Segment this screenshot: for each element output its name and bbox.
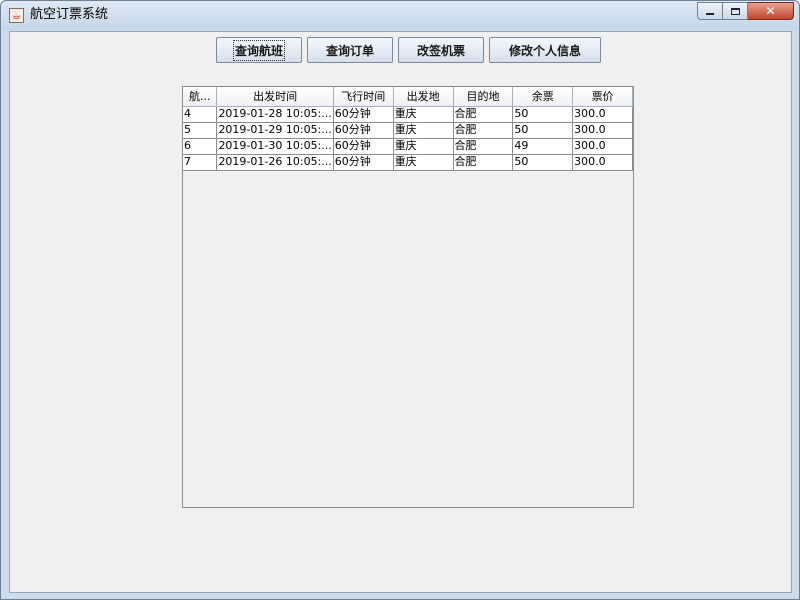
- cell-price[interactable]: 300.0: [572, 122, 633, 139]
- cell-flight-no[interactable]: 5: [183, 122, 218, 139]
- cell-remaining-tickets[interactable]: 50: [512, 122, 574, 139]
- table-row[interactable]: 4 2019-01-28 10:05:... 60分钟 重庆 合肥 50 300…: [183, 106, 633, 123]
- column-header-destination[interactable]: 目的地: [453, 87, 514, 107]
- column-header-price[interactable]: 票价: [572, 87, 633, 107]
- cell-departure-time[interactable]: 2019-01-30 10:05:...: [216, 138, 334, 155]
- maximize-icon: [730, 7, 740, 15]
- column-header-origin[interactable]: 出发地: [393, 87, 454, 107]
- flights-table: 航... 出发时间 飞行时间 出发地 目的地 余票 票价 4 2019-01-2…: [183, 87, 633, 171]
- cell-remaining-tickets[interactable]: 50: [512, 154, 574, 171]
- cell-flight-duration[interactable]: 60分钟: [333, 106, 394, 123]
- cell-destination[interactable]: 合肥: [453, 154, 514, 171]
- edit-profile-button[interactable]: 修改个人信息: [489, 37, 601, 63]
- close-icon: ✕: [765, 4, 776, 18]
- cell-origin[interactable]: 重庆: [393, 122, 454, 139]
- cell-remaining-tickets[interactable]: 50: [512, 106, 574, 123]
- table-header-row: 航... 出发时间 飞行时间 出发地 目的地 余票 票价: [183, 87, 633, 107]
- close-button[interactable]: ✕: [748, 2, 794, 20]
- column-header-flight-no[interactable]: 航...: [183, 87, 218, 107]
- change-ticket-label: 改签机票: [416, 43, 465, 58]
- cell-price[interactable]: 300.0: [572, 138, 633, 155]
- query-flights-label: 查询航班: [232, 39, 286, 61]
- cell-origin[interactable]: 重庆: [393, 106, 454, 123]
- cell-origin[interactable]: 重庆: [393, 154, 454, 171]
- maximize-button[interactable]: [723, 2, 748, 20]
- table-row[interactable]: 5 2019-01-29 10:05:... 60分钟 重庆 合肥 50 300…: [183, 122, 633, 139]
- flights-table-scrollpane[interactable]: 航... 出发时间 飞行时间 出发地 目的地 余票 票价 4 2019-01-2…: [182, 86, 634, 508]
- title-bar[interactable]: ☕ 航空订票系统 ✕: [1, 1, 799, 30]
- column-header-remaining-tickets[interactable]: 余票: [512, 87, 574, 107]
- column-header-departure-time[interactable]: 出发时间: [216, 87, 334, 107]
- cell-flight-no[interactable]: 4: [183, 106, 218, 123]
- cell-flight-duration[interactable]: 60分钟: [333, 154, 394, 171]
- table-row[interactable]: 7 2019-01-26 10:05:... 60分钟 重庆 合肥 50 300…: [183, 154, 633, 171]
- cell-departure-time[interactable]: 2019-01-26 10:05:...: [216, 154, 334, 171]
- cell-destination[interactable]: 合肥: [453, 138, 514, 155]
- column-header-flight-duration[interactable]: 飞行时间: [333, 87, 394, 107]
- main-panel: 查询航班 查询订单 改签机票 修改个人信息 航... 出发时间 飞行时间 出发地…: [9, 31, 792, 593]
- query-orders-button[interactable]: 查询订单: [307, 37, 393, 63]
- cell-origin[interactable]: 重庆: [393, 138, 454, 155]
- java-cup-icon: ☕: [9, 8, 24, 23]
- change-ticket-button[interactable]: 改签机票: [398, 37, 484, 63]
- minimize-button[interactable]: [697, 2, 723, 20]
- minimize-icon: [706, 13, 714, 15]
- cell-remaining-tickets[interactable]: 49: [512, 138, 574, 155]
- cell-destination[interactable]: 合肥: [453, 122, 514, 139]
- window-controls: ✕: [697, 2, 794, 21]
- cell-price[interactable]: 300.0: [572, 106, 633, 123]
- cell-destination[interactable]: 合肥: [453, 106, 514, 123]
- cell-departure-time[interactable]: 2019-01-29 10:05:...: [216, 122, 334, 139]
- query-flights-button[interactable]: 查询航班: [216, 37, 302, 63]
- cell-price[interactable]: 300.0: [572, 154, 633, 171]
- window-title: 航空订票系统: [30, 7, 109, 22]
- cell-departure-time[interactable]: 2019-01-28 10:05:...: [216, 106, 334, 123]
- cell-flight-duration[interactable]: 60分钟: [333, 122, 394, 139]
- query-orders-label: 查询订单: [325, 43, 374, 58]
- cell-flight-no[interactable]: 7: [183, 154, 218, 171]
- app-window: ☕ 航空订票系统 ✕ 查询航班 查询订单 改签机票 修改个人信息 航... 出发…: [0, 0, 800, 600]
- cell-flight-duration[interactable]: 60分钟: [333, 138, 394, 155]
- cell-flight-no[interactable]: 6: [183, 138, 218, 155]
- table-row[interactable]: 6 2019-01-30 10:05:... 60分钟 重庆 合肥 49 300…: [183, 138, 633, 155]
- edit-profile-label: 修改个人信息: [508, 43, 581, 58]
